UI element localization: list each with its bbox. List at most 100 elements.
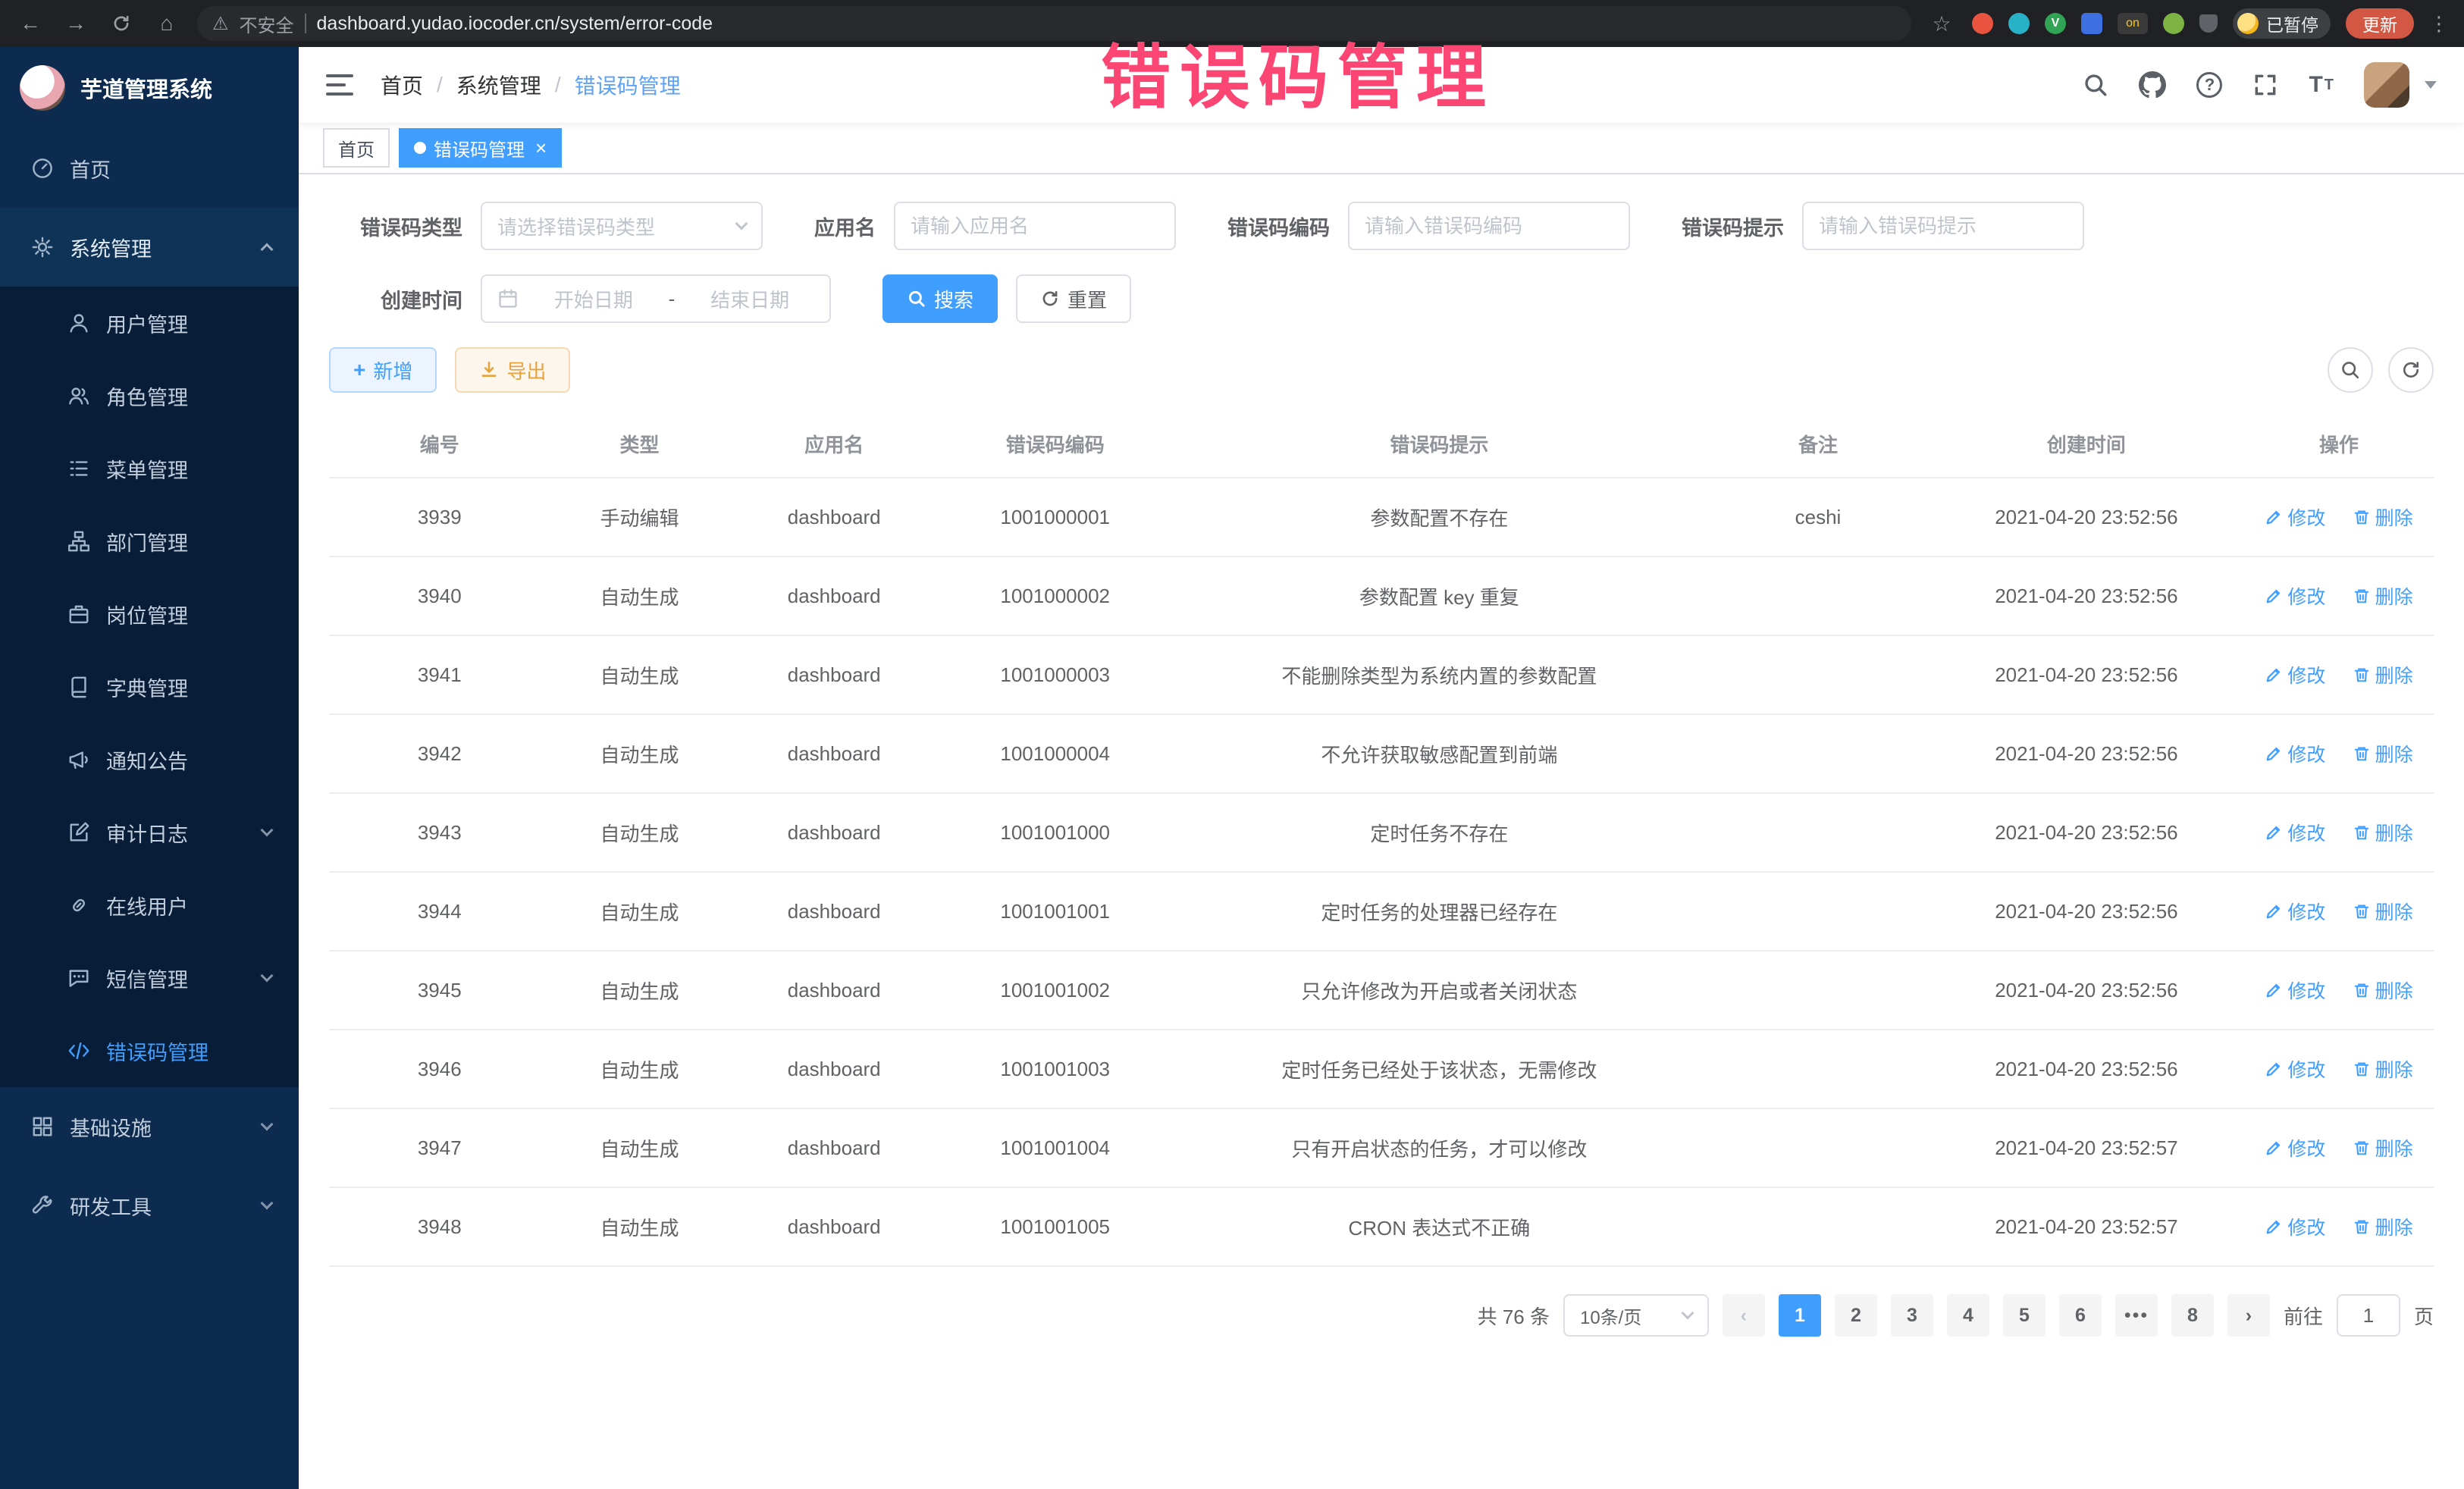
extension-icon-green[interactable]: V <box>2045 13 2066 34</box>
add-button[interactable]: + 新增 <box>329 347 437 393</box>
github-icon[interactable] <box>2139 71 2166 99</box>
page-button[interactable]: ••• <box>2115 1294 2158 1337</box>
delete-link[interactable]: 删除 <box>2353 1213 2413 1240</box>
page-button[interactable]: 8 <box>2171 1294 2214 1337</box>
cell-memo: ceshi <box>1707 478 1928 556</box>
profile-paused-chip[interactable]: 已暂停 <box>2233 8 2331 39</box>
extension-icon-teal[interactable] <box>2008 13 2030 34</box>
edit-link[interactable]: 修改 <box>2265 819 2325 846</box>
prev-page-button[interactable]: ‹ <box>1723 1294 1765 1337</box>
bookmark-star-icon[interactable]: ☆ <box>1926 11 1957 36</box>
export-button[interactable]: 导出 <box>455 347 570 393</box>
error-message-input[interactable] <box>1819 215 2067 238</box>
page-button[interactable]: 4 <box>1947 1294 1989 1337</box>
sidebar-item[interactable]: 基础设施 <box>0 1087 299 1166</box>
extension-icon-leaf[interactable] <box>2163 13 2184 34</box>
extension-icon-blue[interactable] <box>2081 13 2102 34</box>
delete-link[interactable]: 删除 <box>2353 1055 2413 1083</box>
menu-icon <box>67 456 91 481</box>
reload-icon[interactable] <box>106 14 136 33</box>
sidebar-item[interactable]: 部门管理 <box>0 505 299 578</box>
update-button[interactable]: 更新 <box>2346 8 2414 39</box>
sidebar-item[interactable]: 短信管理 <box>0 942 299 1014</box>
sidebar-item[interactable]: 错误码管理 <box>0 1014 299 1087</box>
address-bar[interactable]: ⚠ 不安全 dashboard.yudao.iocoder.cn/system/… <box>197 6 1911 41</box>
forward-icon[interactable]: → <box>61 11 91 36</box>
sidebar-item[interactable]: 用户管理 <box>0 287 299 359</box>
sidebar-item[interactable]: 系统管理 <box>0 208 299 287</box>
user-menu-caret-icon[interactable] <box>2425 81 2437 89</box>
reset-button[interactable]: 重置 <box>1016 274 1131 323</box>
breadcrumb-item[interactable]: 系统管理 <box>456 70 541 100</box>
page-button[interactable]: 3 <box>1891 1294 1933 1337</box>
delete-link[interactable]: 删除 <box>2353 898 2413 925</box>
edit-link[interactable]: 修改 <box>2265 740 2325 767</box>
edit-link[interactable]: 修改 <box>2265 1134 2325 1161</box>
sidebar-item[interactable]: 通知公告 <box>0 723 299 796</box>
sidebar-item[interactable]: 菜单管理 <box>0 432 299 505</box>
page-button[interactable]: 1 <box>1779 1294 1821 1337</box>
refresh-table-button[interactable] <box>2388 347 2434 393</box>
edit-link[interactable]: 修改 <box>2265 582 2325 610</box>
extension-icon-red[interactable] <box>1972 13 1993 34</box>
breadcrumb-item[interactable]: 首页 <box>381 70 423 100</box>
edit-link[interactable]: 修改 <box>2265 661 2325 688</box>
tab-close-icon[interactable]: × <box>535 138 547 158</box>
delete-link[interactable]: 删除 <box>2353 1134 2413 1161</box>
edit-link[interactable]: 修改 <box>2265 1055 2325 1083</box>
start-date-placeholder[interactable]: 开始日期 <box>529 285 658 313</box>
app-name-input[interactable] <box>911 215 1159 238</box>
error-type-select[interactable]: 请选择错误码类型 <box>481 202 763 250</box>
breadcrumb-item[interactable]: 错误码管理 <box>575 70 681 100</box>
sidebar-item[interactable]: 在线用户 <box>0 869 299 942</box>
page-button[interactable]: 5 <box>2003 1294 2045 1337</box>
delete-link[interactable]: 删除 <box>2353 503 2413 531</box>
end-date-placeholder[interactable]: 结束日期 <box>685 285 814 313</box>
sidebar-item[interactable]: 字典管理 <box>0 650 299 723</box>
header-search-icon[interactable] <box>2083 72 2108 98</box>
pinned-extension-icon[interactable] <box>2199 14 2218 33</box>
sidebar-item[interactable]: 研发工具 <box>0 1166 299 1245</box>
tab[interactable]: 首页 <box>323 128 390 168</box>
goto-page-input[interactable] <box>2337 1294 2400 1337</box>
browser-menu-kebab-icon[interactable]: ⋮ <box>2429 12 2449 36</box>
edit-icon <box>2265 1060 2283 1078</box>
help-icon[interactable]: ? <box>2196 72 2222 98</box>
font-size-icon[interactable]: TT <box>2309 72 2334 98</box>
sidebar-toggle-icon[interactable] <box>326 74 353 96</box>
sidebar-item[interactable]: 审计日志 <box>0 796 299 869</box>
edit-link[interactable]: 修改 <box>2265 1213 2325 1240</box>
error-code-input[interactable] <box>1365 215 1613 238</box>
next-page-button[interactable]: › <box>2227 1294 2270 1337</box>
sidebar-item[interactable]: 岗位管理 <box>0 578 299 650</box>
security-label[interactable]: 不安全 <box>240 11 294 37</box>
delete-link[interactable]: 删除 <box>2353 740 2413 767</box>
page-size-select[interactable]: 10条/页 <box>1563 1294 1709 1337</box>
app-logo[interactable]: 芋道管理系统 <box>0 47 299 129</box>
delete-link[interactable]: 删除 <box>2353 976 2413 1004</box>
user-avatar[interactable] <box>2364 62 2409 108</box>
delete-link[interactable]: 删除 <box>2353 661 2413 688</box>
page-button[interactable]: 2 <box>1835 1294 1877 1337</box>
date-range-picker[interactable]: 开始日期 - 结束日期 <box>481 274 831 323</box>
page-button[interactable]: 6 <box>2059 1294 2102 1337</box>
home-icon[interactable]: ⌂ <box>152 11 182 36</box>
edit-link[interactable]: 修改 <box>2265 898 2325 925</box>
delete-link[interactable]: 删除 <box>2353 582 2413 610</box>
delete-link[interactable]: 删除 <box>2353 819 2413 846</box>
sidebar-item[interactable]: 首页 <box>0 129 299 208</box>
edit-link[interactable]: 修改 <box>2265 503 2325 531</box>
fullscreen-icon[interactable] <box>2252 72 2278 98</box>
chevron-down-icon <box>735 218 748 230</box>
extension-icon-on[interactable]: on <box>2118 13 2148 34</box>
tab[interactable]: 错误码管理 × <box>399 128 562 168</box>
search-button[interactable]: 搜索 <box>882 274 998 323</box>
edit-link[interactable]: 修改 <box>2265 976 2325 1004</box>
logo-image <box>20 65 65 111</box>
url-text[interactable]: dashboard.yudao.iocoder.cn/system/error-… <box>317 13 713 35</box>
cell-message: 定时任务的处理器已经存在 <box>1171 872 1707 951</box>
sidebar-item[interactable]: 角色管理 <box>0 359 299 432</box>
show-search-toggle-button[interactable] <box>2328 347 2373 393</box>
back-icon[interactable]: ← <box>15 11 45 36</box>
cell-code: 1001001001 <box>939 872 1171 951</box>
